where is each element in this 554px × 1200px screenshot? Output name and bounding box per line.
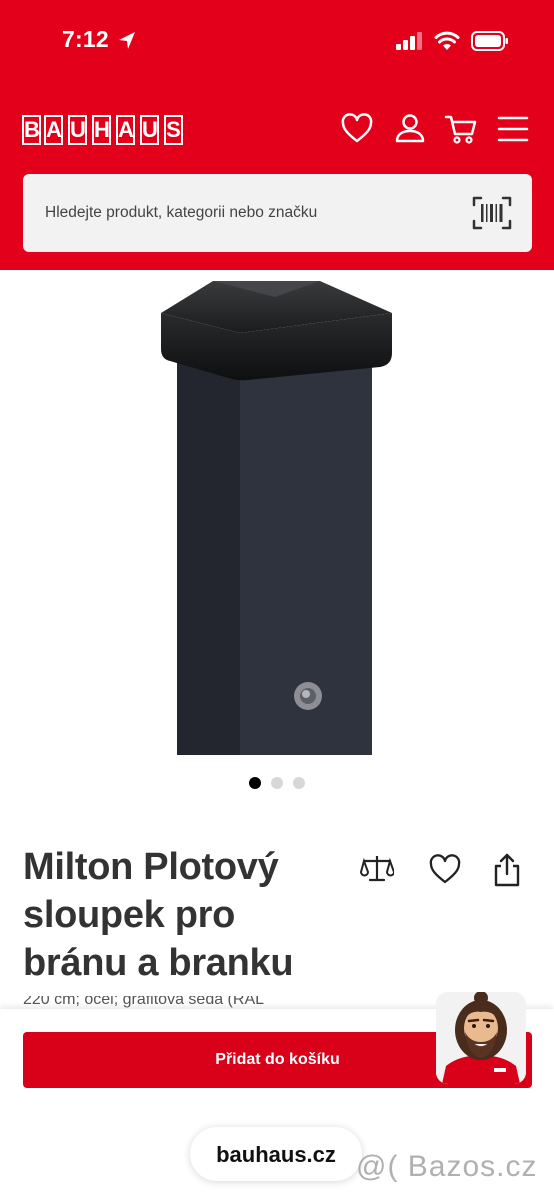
logo-letter: A <box>44 115 63 145</box>
cart-icon[interactable] <box>444 112 478 146</box>
cellular-signal-icon <box>396 32 422 50</box>
product-subtitle: 220 cm; ocel; grafitová šedá (RAL <box>23 996 383 1010</box>
location-arrow-icon <box>119 32 135 49</box>
app-header: 7:12 B A U H A U S Hledejte produkt, kat… <box>0 0 554 270</box>
logo-letter: H <box>92 115 111 145</box>
logo-letter: A <box>116 115 135 145</box>
product-title-line: Milton Plotový <box>23 846 279 888</box>
barcode-scanner-icon[interactable] <box>472 196 512 230</box>
product-image[interactable] <box>150 275 410 760</box>
browser-url-bar[interactable]: bauhaus.cz <box>190 1127 362 1181</box>
menu-icon[interactable] <box>496 112 530 146</box>
bauhaus-logo[interactable]: B A U H A U S <box>22 115 192 145</box>
status-time: 7:12 <box>62 26 109 52</box>
browser-url-text: bauhaus.cz <box>216 1142 336 1167</box>
share-icon[interactable] <box>490 853 524 887</box>
logo-letter: B <box>22 115 41 145</box>
product-title: Milton Plotový sloupek pro bránu a brank… <box>23 843 323 987</box>
assistant-avatar[interactable] <box>436 992 526 1084</box>
search-input[interactable]: Hledejte produkt, kategorii nebo značku <box>45 204 317 222</box>
gallery-dot[interactable] <box>249 777 261 789</box>
gallery-dot[interactable] <box>293 777 305 789</box>
heart-icon[interactable] <box>340 112 374 146</box>
user-icon[interactable] <box>393 112 427 146</box>
product-title-line: sloupek pro <box>23 894 236 936</box>
search-bar[interactable]: Hledejte produkt, kategorii nebo značku <box>23 174 532 252</box>
gallery-dot[interactable] <box>271 777 283 789</box>
product-title-line: bránu a branku <box>23 942 294 984</box>
logo-letter: U <box>68 115 87 145</box>
wishlist-heart-icon[interactable] <box>428 853 462 887</box>
status-bar: 7:12 <box>0 0 554 84</box>
gallery-pagination <box>246 777 310 789</box>
logo-letter: S <box>164 115 183 145</box>
logo-letter: U <box>140 115 159 145</box>
wifi-icon <box>434 31 460 50</box>
bazos-watermark: @( Bazos.cz <box>356 1150 538 1183</box>
product-subtitle-text: 220 cm; ocel; grafitová šedá (RAL <box>23 996 265 1008</box>
compare-scale-icon[interactable] <box>360 853 394 887</box>
battery-icon <box>471 31 508 51</box>
